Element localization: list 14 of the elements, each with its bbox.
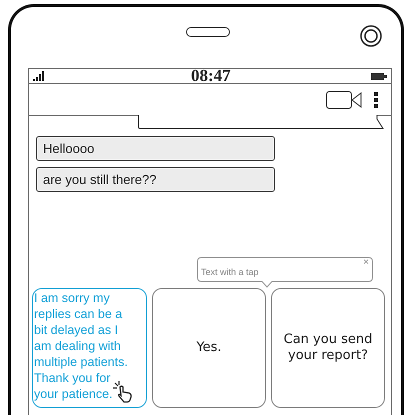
reply-suggestion[interactable]: Can you send your report? (271, 288, 385, 408)
status-time: 08:47 (191, 67, 231, 85)
signal-icon (33, 71, 45, 81)
camera-icon (360, 25, 382, 47)
reply-suggestion[interactable]: Yes. (152, 288, 266, 408)
earpiece-icon (186, 27, 230, 37)
more-options-icon[interactable] (374, 92, 378, 108)
message-bubble: are you still there?? (36, 167, 275, 192)
message-bubble: Helloooo (36, 136, 275, 161)
tooltip-text: Text with a tap (201, 267, 259, 278)
battery-icon (371, 72, 387, 80)
hand-pointer-icon (113, 381, 133, 403)
close-button[interactable]: × (363, 257, 369, 268)
video-camera-icon[interactable] (326, 90, 362, 108)
